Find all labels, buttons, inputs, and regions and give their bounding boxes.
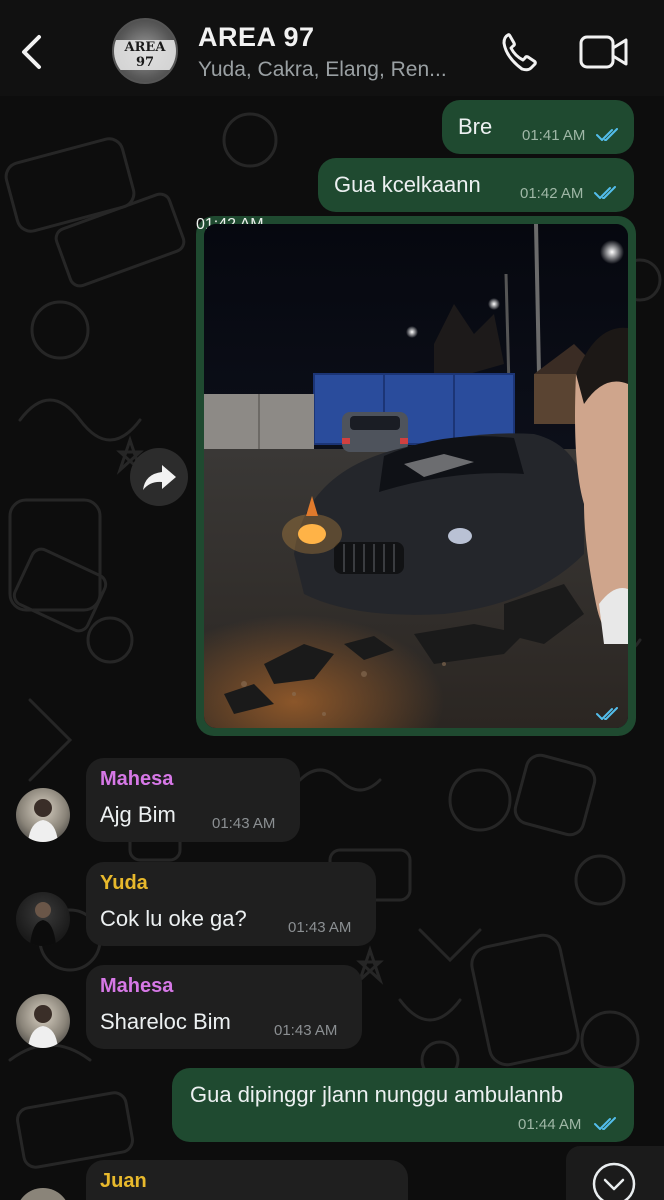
video-camera-icon xyxy=(579,35,628,69)
video-call-button[interactable] xyxy=(578,32,630,72)
message-incoming[interactable]: Juan xyxy=(86,1160,408,1200)
message-outgoing[interactable]: Bre 01:41 AM xyxy=(442,100,634,154)
group-avatar[interactable]: AREA 97 xyxy=(112,18,178,84)
message-text: Cok lu oke ga? xyxy=(100,906,247,931)
message-time: 01:43 AM xyxy=(288,919,352,936)
message-outgoing-image[interactable]: 01:42 AM xyxy=(196,216,636,736)
message-text: Gua dipinggr jlann nunggu ambulannb xyxy=(190,1082,564,1107)
message-incoming[interactable]: Yuda Cok lu oke ga? 01:43 AM xyxy=(86,862,376,946)
chat-members[interactable]: Yuda, Cakra, Elang, Ren... xyxy=(198,58,488,82)
double-check-icon xyxy=(596,128,618,141)
message-outgoing[interactable]: Gua dipinggr jlann nunggu ambulannb 01:4… xyxy=(172,1068,634,1142)
chat-header: AREA 97 AREA 97 Yuda, Cakra, Elang, Ren.… xyxy=(0,0,664,96)
sender-name: Yuda xyxy=(100,872,148,894)
forward-icon xyxy=(143,465,176,490)
sender-name: Mahesa xyxy=(100,975,174,997)
sender-name: Juan xyxy=(100,1170,147,1192)
group-avatar-text: AREA 97 xyxy=(114,40,176,70)
crashed-car-photo[interactable] xyxy=(204,224,628,728)
message-time: 01:43 AM xyxy=(212,815,276,832)
avatar-mahesa[interactable] xyxy=(16,788,70,842)
message-text: Shareloc Bim xyxy=(100,1009,231,1034)
message-time: 01:41 AM xyxy=(522,127,586,144)
avatar-yuda[interactable] xyxy=(16,892,70,946)
voice-call-button[interactable] xyxy=(498,30,542,74)
back-button[interactable] xyxy=(14,32,48,72)
double-check-icon xyxy=(594,186,616,199)
back-chevron-icon xyxy=(22,35,41,69)
scroll-to-bottom-button[interactable] xyxy=(566,1146,664,1200)
message-time: 01:43 AM xyxy=(274,1022,338,1039)
phone-icon xyxy=(502,33,537,72)
sender-name: Mahesa xyxy=(100,768,174,790)
double-check-icon xyxy=(594,1117,616,1130)
forward-button[interactable] xyxy=(130,448,188,506)
double-check-icon xyxy=(596,707,618,720)
message-text: Gua kcelkaann xyxy=(334,172,481,197)
chat-title[interactable]: AREA 97 xyxy=(198,22,315,53)
avatar-mahesa[interactable] xyxy=(16,994,70,1048)
message-text: Bre xyxy=(458,114,493,139)
chevron-down-icon xyxy=(592,1162,636,1200)
message-incoming[interactable]: Mahesa Ajg Bim 01:43 AM xyxy=(86,758,300,842)
message-time: 01:42 AM xyxy=(520,185,584,202)
message-incoming[interactable]: Mahesa Shareloc Bim 01:43 AM xyxy=(86,965,362,1049)
message-outgoing[interactable]: Gua kcelkaann 01:42 AM xyxy=(318,158,634,212)
message-text: Ajg Bim xyxy=(100,802,176,827)
message-time: 01:44 AM xyxy=(518,1116,582,1133)
